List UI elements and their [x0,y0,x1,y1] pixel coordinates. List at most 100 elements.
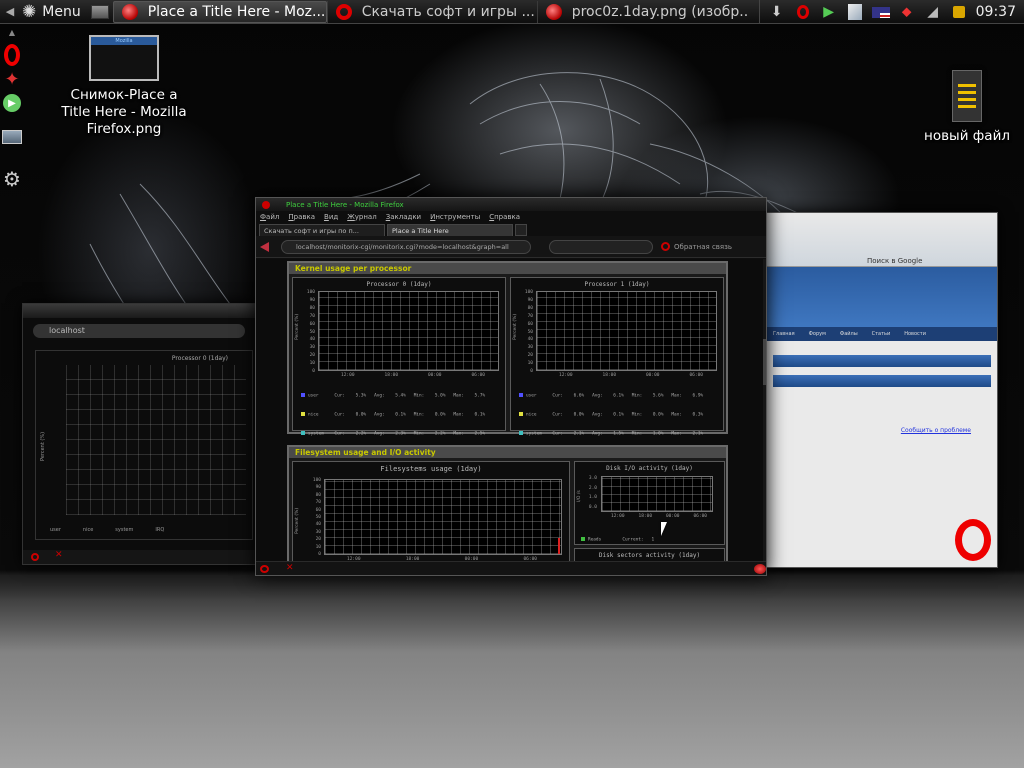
nav-item[interactable]: Новости [904,331,926,337]
y-tick: 50 [315,515,321,521]
legend-text: Reads Current: 1 [588,537,655,543]
thumbnail-label: Mozilla [115,38,133,44]
task-opera[interactable]: Скачать софт и игры ... [326,0,537,23]
scrollbar-thumb[interactable] [763,339,766,385]
y-tick: 80 [309,305,315,311]
menu-item-file[interactable]: Файл [260,213,279,221]
show-desktop-icon[interactable] [90,4,109,19]
clock[interactable]: 09:37 [972,4,1024,20]
red-pin-icon[interactable]: ⬥ [896,2,918,22]
window-titlebar[interactable]: Place a Title Here - Mozilla Firefox [256,198,766,211]
page-content: Сообщить о проблеме [767,341,997,441]
y-axis-label: Percent (%) [295,507,300,534]
menu-item-edit[interactable]: Правка [288,213,315,221]
play-icon[interactable]: ▶ [818,2,840,22]
menu-sun-icon: ✺ [22,1,37,22]
firefox-status-icon[interactable] [754,564,766,574]
task-firefox-image[interactable]: proc0z.1day.png (изобр... [536,0,747,23]
task-title: Place a Title Here - Moz... [147,3,326,20]
us-flag-icon[interactable] [870,2,892,22]
site-header [767,267,997,327]
y-tick: 70 [527,313,533,319]
content-box [773,355,991,367]
opera-icon[interactable] [792,2,814,22]
back-arrow-icon[interactable] [260,241,269,252]
menu-item-help[interactable]: Справка [489,213,520,221]
menu-label: Menu [42,3,81,20]
firefox-icon[interactable]: ✦ [0,69,24,90]
menu-item-tools[interactable]: Инструменты [430,213,480,221]
settings-gear-icon[interactable]: ⚙ [0,166,24,192]
opera-icon[interactable] [31,553,39,561]
report-link[interactable]: Сообщить о проблеме [773,427,991,435]
y-tick: 90 [309,297,315,303]
background-window-right[interactable]: Поиск в Google Главная Форум Файлы Стать… [766,212,998,568]
filesystems-panel: Filesystems usage (1day) Percent (%) 100… [292,461,570,565]
legend-text: user Cur: 6.6% Avg: 6.1% Min: 5.6% Max: … [526,393,704,399]
vertical-scrollbar[interactable] [763,259,766,563]
y-tick: 20 [315,537,321,543]
desktop-icon-label: Снимок-Place a [70,87,178,103]
panel-left-arrow-icon[interactable]: ◀ [0,0,20,24]
site-nav: Главная Форум Файлы Статьи Новости [767,327,997,341]
desktop-icon-new-file[interactable]: новый файл [918,70,1016,145]
x-tick: 18:00 [638,514,653,519]
legend-swatch [301,431,305,436]
legend-swatch [301,411,305,416]
y-tick: 60 [527,321,533,327]
y-tick: 3.0 [588,476,597,481]
dock-up-arrow-icon[interactable]: ▲ [0,26,24,38]
feedback-button[interactable]: Обратная связь [674,243,732,251]
image-icon[interactable] [0,124,24,150]
search-field[interactable]: Поиск в Google [867,257,922,265]
task-firefox-main[interactable]: Place a Title Here - Moz... [112,0,327,23]
close-icon[interactable]: ✕ [286,563,294,573]
menu-button[interactable]: ✺ Menu [20,0,87,24]
download-icon[interactable]: ⬇ [766,2,788,22]
y-tick: 100 [312,478,321,483]
left-dock: ▲ ✦ ▶ ⚙ [0,26,24,226]
notes-icon[interactable] [844,2,866,22]
legend-text: system Cur: 2.1% Avg: 1.5% Min: 1.0% Max… [526,431,704,437]
window-titlebar[interactable] [23,304,255,318]
y-tick: 30 [527,345,533,351]
floor-reflection [0,575,1024,768]
legend-swatch [519,431,523,436]
play-icon[interactable]: ▶ [0,90,24,116]
x-tick: 06:00 [689,373,703,378]
taskbar: Place a Title Here - Moz... Скачать софт… [112,0,747,24]
y-tick: 10 [309,361,315,367]
opera-icon[interactable] [260,565,269,573]
menu-item-history[interactable]: Журнал [347,213,376,221]
user-badge-icon[interactable] [948,2,970,22]
y-tick: 20 [527,353,533,359]
tab-opera-site[interactable]: Скачать софт и игры по п... [259,224,385,236]
firefox-main-window[interactable]: Place a Title Here - Mozilla Firefox Фай… [255,197,767,576]
background-window-left[interactable]: localhost Processor 0 (1day) Percent (%)… [22,303,256,565]
close-icon[interactable]: ✕ [55,550,63,560]
url-bar[interactable]: localhost [33,324,245,338]
menu-bar: Файл Правка Вид Журнал Закладки Инструме… [256,211,766,223]
desktop-icon-screenshot[interactable]: Mozilla Снимок-Place a Title Here - Mozi… [56,35,192,138]
menu-item-bookmarks[interactable]: Закладки [386,213,421,221]
menu-item-view[interactable]: Вид [324,213,338,221]
opera-logo-icon [955,519,991,561]
url-input[interactable]: localhost/monitorix-cgi/monitorix.cgi?mo… [281,239,531,254]
system-tray: ⬇ ▶ ⬥ ◢ 09:37 [758,0,1024,24]
opera-icon [335,3,352,20]
x-tick: 06:00 [693,514,707,519]
opera-icon[interactable] [661,242,670,251]
nav-item[interactable]: Форум [809,331,826,337]
tab-monitorix[interactable]: Place a Title Here [387,224,513,236]
new-tab-button[interactable] [515,224,527,236]
search-input[interactable] [549,239,653,254]
opera-icon[interactable] [0,42,24,68]
y-tick: 40 [527,337,533,343]
nav-item[interactable]: Файлы [840,331,858,337]
nav-item[interactable]: Статьи [872,331,891,337]
network-icon[interactable]: ◢ [922,2,944,22]
nav-item[interactable]: Главная [773,331,795,337]
y-axis-label: Percent (%) [295,313,300,340]
desktop-icon-label: новый файл [924,128,1010,144]
y-tick: 60 [309,321,315,327]
